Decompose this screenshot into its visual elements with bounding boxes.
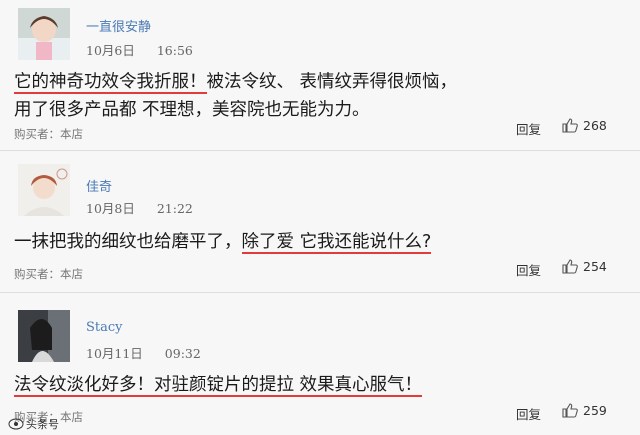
divider [0,150,640,151]
username[interactable]: 佳奇 [86,176,112,195]
comment-time: 21:22 [156,201,193,216]
like-count: 259 [583,403,607,418]
avatar[interactable] [18,310,70,362]
comment-text-line2: 用了很多产品都 不理想，美容院也无能为力。 [14,100,370,120]
highlighted-text: 法令纹淡化好多！对驻颜锭片的提拉 效果真心服气！ [14,375,423,397]
comment-text-rest: 被法令纹、 表情纹弄得很烦恼， [206,72,458,92]
avatar[interactable] [18,8,70,60]
like-button[interactable]: 259 [562,403,607,418]
toutiao-logo-icon [8,418,24,430]
timestamp: 10月8日 21:22 [86,198,193,217]
comment-time: 16:56 [156,43,193,58]
like-count: 268 [583,118,607,133]
timestamp: 10月11日 09:32 [86,343,201,362]
reply-button[interactable]: 回复 [516,404,541,423]
watermark: 头条号 [8,416,59,432]
comment-date: 10月8日 [86,201,135,216]
username[interactable]: 一直很安静 [86,16,151,35]
comment-date: 10月11日 [86,346,143,361]
thumbs-up-icon [562,403,578,418]
comment-text-rest: 一抹把我的细纹也给磨平了， [14,232,242,252]
reply-button[interactable]: 回复 [516,119,541,138]
watermark-text: 头条号 [26,418,59,431]
buyer-label: 购买者：本店 [14,127,83,141]
comment-date: 10月6日 [86,43,135,58]
comment-text: 它的神奇功效令我折服！被法令纹、 表情纹弄得很烦恼， 用了很多产品都 不理想，美… [14,68,457,124]
comment-time: 09:32 [164,346,201,361]
comment-text: 法令纹淡化好多！对驻颜锭片的提拉 效果真心服气！ [14,371,423,399]
like-button[interactable]: 268 [562,118,607,133]
comment-text: 一抹把我的细纹也给磨平了，除了爱 它我还能说什么? [14,228,432,256]
avatar[interactable] [18,164,70,216]
reply-button[interactable]: 回复 [516,260,541,279]
thumbs-up-icon [562,259,578,274]
like-button[interactable]: 254 [562,259,607,274]
divider [0,292,640,293]
username[interactable]: Stacy [86,320,123,335]
thumbs-up-icon [562,118,578,133]
highlighted-text: 它的神奇功效令我折服！ [14,72,207,94]
like-count: 254 [583,259,607,274]
timestamp: 10月6日 16:56 [86,40,193,59]
highlighted-text: 除了爱 它我还能说什么? [241,232,432,254]
buyer-label: 购买者：本店 [14,267,83,281]
